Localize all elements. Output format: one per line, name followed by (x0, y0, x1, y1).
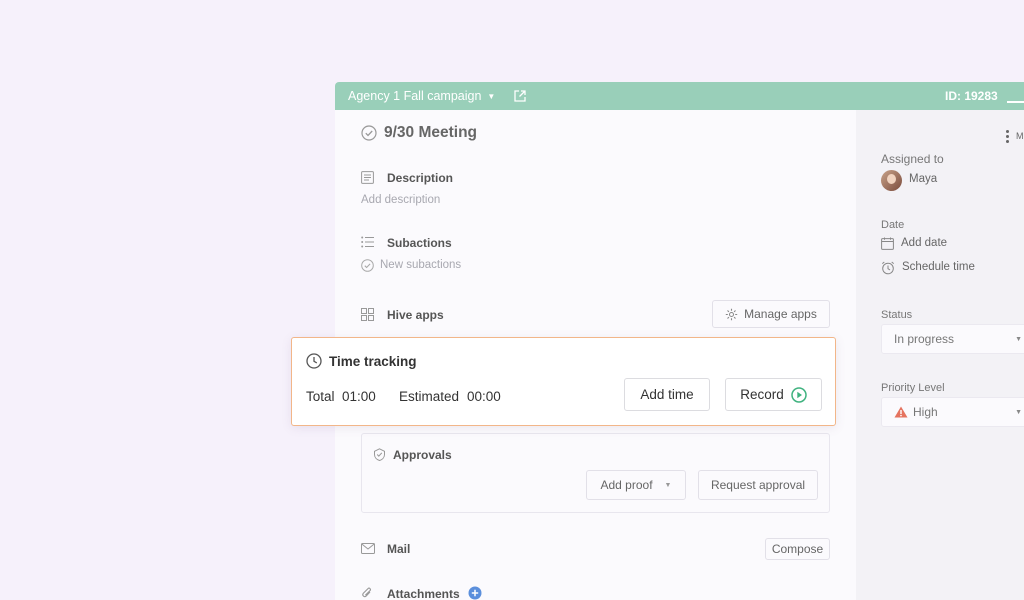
request-approval-button[interactable]: Request approval (698, 470, 818, 500)
status-value: In progress (894, 332, 955, 346)
new-subaction-input[interactable]: New subactions (380, 259, 461, 271)
time-tracking-title: Time tracking (329, 354, 417, 369)
time-tracking-popup: Time tracking Total 01:00 Estimated 00:0… (291, 337, 836, 426)
play-circle-icon (791, 386, 807, 403)
caret-down-icon[interactable]: ▼ (487, 92, 495, 101)
apps-grid-icon (361, 308, 374, 321)
task-title[interactable]: 9/30 Meeting (384, 124, 477, 142)
total-value: 01:00 (342, 389, 376, 404)
subactions-label: Subactions (387, 236, 452, 250)
caret-down-icon: ▼ (1015, 408, 1022, 416)
estimated-value[interactable]: 00:00 (467, 389, 501, 404)
approvals-label: Approvals (393, 448, 452, 462)
caret-down-icon: ▼ (664, 481, 672, 489)
attachments-label: Attachments (387, 587, 460, 600)
clock-icon (306, 353, 322, 369)
mail-icon (361, 543, 375, 554)
description-label: Description (387, 171, 454, 185)
add-date-link[interactable]: Add date (901, 237, 947, 249)
task-header: Agency 1 Fall campaign ▼ ID: 19283 (335, 82, 1024, 110)
shield-check-icon (374, 448, 385, 461)
more-label[interactable]: M (1016, 131, 1024, 141)
check-circle-icon[interactable] (361, 125, 377, 141)
document-icon (361, 171, 374, 184)
paperclip-icon (362, 587, 371, 598)
approvals-box: Approvals Add proof ▼ Request approval (361, 433, 830, 513)
gear-icon (725, 308, 738, 320)
priority-select[interactable]: High ▼ (881, 397, 1024, 427)
minimize-line[interactable] (1007, 101, 1024, 103)
add-proof-button[interactable]: Add proof ▼ (586, 470, 686, 500)
status-label: Status (881, 309, 913, 321)
add-proof-label: Add proof (600, 478, 653, 492)
avatar[interactable] (881, 170, 902, 191)
total-label: Total (306, 389, 335, 404)
add-time-label: Add time (640, 387, 694, 402)
status-select[interactable]: In progress ▼ (881, 324, 1024, 354)
assigned-to-label: Assigned to (881, 152, 944, 166)
manage-apps-label: Manage apps (744, 307, 817, 321)
task-id: ID: 19283 (945, 89, 998, 103)
request-approval-label: Request approval (710, 478, 806, 492)
record-button[interactable]: Record (725, 378, 822, 411)
assignee-name[interactable]: Maya (909, 173, 937, 185)
check-circle-icon (361, 259, 374, 272)
hive-apps-label: Hive apps (387, 308, 444, 322)
record-label: Record (740, 387, 784, 402)
estimated-label: Estimated (399, 389, 460, 404)
description-input[interactable]: Add description (361, 194, 440, 206)
add-time-button[interactable]: Add time (624, 378, 710, 411)
alarm-clock-icon (881, 261, 895, 275)
manage-apps-button[interactable]: Manage apps (712, 300, 830, 328)
external-link-icon[interactable] (513, 89, 527, 103)
more-icon[interactable] (1006, 130, 1010, 143)
caret-down-icon: ▼ (1015, 335, 1022, 343)
priority-label: Priority Level (881, 382, 945, 394)
schedule-time-link[interactable]: Schedule time (902, 261, 975, 273)
task-sidebar: M Assigned to Maya Date Add date Schedul… (856, 110, 1024, 600)
priority-value: High (913, 405, 938, 419)
mail-label: Mail (387, 542, 411, 556)
list-icon (361, 236, 374, 248)
project-name[interactable]: Agency 1 Fall campaign (348, 89, 481, 103)
plus-icon[interactable] (468, 586, 482, 600)
date-label: Date (881, 219, 905, 231)
compose-label: Compose (771, 542, 824, 556)
title-row: 9/30 Meeting (361, 124, 477, 142)
warning-icon (894, 406, 908, 418)
compose-button[interactable]: Compose (765, 538, 830, 560)
calendar-icon (881, 237, 894, 250)
